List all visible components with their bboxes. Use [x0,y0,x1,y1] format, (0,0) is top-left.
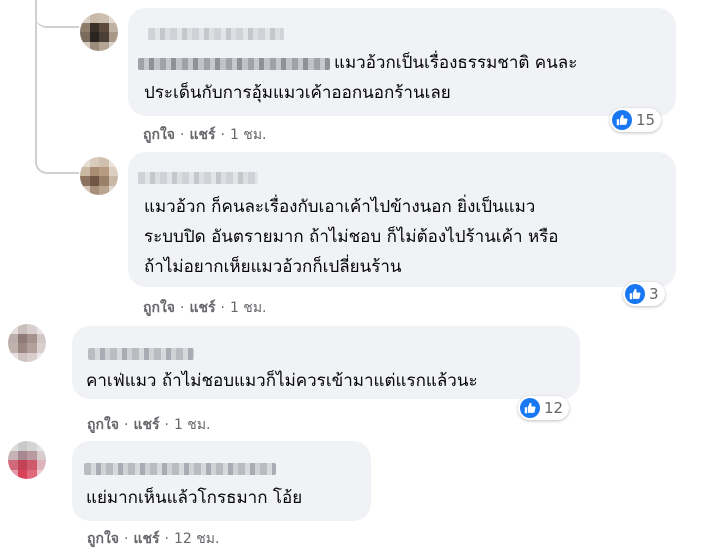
avatar[interactable] [8,441,46,479]
commenter-name-redacted[interactable] [84,463,276,475]
comment-text-line: คาเฟ่แมว ถ้าไม่ชอบแมวก็ไม่ควรเข้ามาแต่แร… [86,371,478,391]
comment-actions: ถูกใจ · แชร์ · 1 ชม. [143,124,267,146]
reaction-count: 12 [544,399,564,417]
comment-bubble: แย่มากเห็นแล้วโกรธมาก โอ้ย [72,441,371,521]
separator-dot: · [124,417,129,433]
commenter-name-redacted[interactable] [88,348,194,360]
like-icon [612,110,632,130]
separator-dot: · [180,127,185,143]
comment-bubble: แมวอ้วกเป็นเรื่องธรรมชาติ คนละ ประเด็นกั… [128,8,676,116]
comment-bubble: คาเฟ่แมว ถ้าไม่ชอบแมวก็ไม่ควรเข้ามาแต่แร… [72,326,580,399]
reaction-count: 3 [649,285,659,303]
comment-actions: ถูกใจ · แชร์ · 12 ชม. [87,528,219,550]
separator-dot: · [124,531,129,547]
reply-button[interactable]: แชร์ [189,297,215,319]
comment-timestamp[interactable]: 1 ชม. [174,414,211,436]
comment-timestamp[interactable]: 1 ชม. [230,297,267,319]
reply-button[interactable]: แชร์ [133,528,159,550]
separator-dot: · [220,300,225,316]
avatar[interactable] [80,157,118,195]
commenter-name-redacted[interactable] [138,172,258,184]
comment-actions: ถูกใจ · แชร์ · 1 ชม. [143,297,267,319]
thread-line [35,0,37,160]
comment-text-line: ประเด็นกับการอุ้มแมวเค้าออกนอกร้านเลย [144,83,451,103]
avatar[interactable] [80,13,118,51]
reply-button[interactable]: แชร์ [133,414,159,436]
comment-text-line: แย่มากเห็นแล้วโกรธมาก โอ้ย [86,488,303,508]
like-button[interactable]: ถูกใจ [87,414,119,436]
comment-timestamp[interactable]: 1 ชม. [230,124,267,146]
reaction-count: 15 [636,111,656,129]
like-button[interactable]: ถูกใจ [143,297,175,319]
comment-text-line: แมวอ้วกเป็นเรื่องธรรมชาติ คนละ [334,53,578,73]
separator-dot: · [164,417,169,433]
comment-timestamp[interactable]: 12 ชม. [174,528,219,550]
comment-bubble: แมวอ้วก ก็คนละเรื่องกับเอาเค้าไปข้างนอก … [128,152,676,287]
mention-tag-redacted[interactable] [138,58,330,70]
comment-text-line: แมวอ้วก ก็คนละเรื่องกับเอาเค้าไปข้างนอก … [144,197,536,217]
like-button[interactable]: ถูกใจ [87,528,119,550]
like-button[interactable]: ถูกใจ [143,124,175,146]
comment-text-line: ถ้าไม่อยากเห็ยแมวอ้วกก็เปลี่ยนร้าน [144,257,402,277]
commenter-name-redacted[interactable] [148,28,284,40]
reaction-summary[interactable]: 12 [518,396,570,420]
separator-dot: · [220,127,225,143]
like-icon [520,398,540,418]
thread-connector [35,150,79,174]
like-icon [625,284,645,304]
separator-dot: · [164,531,169,547]
separator-dot: · [180,300,185,316]
reply-button[interactable]: แชร์ [189,124,215,146]
thread-connector [35,0,79,28]
reaction-summary[interactable]: 3 [623,282,665,306]
reaction-summary[interactable]: 15 [610,108,662,132]
comment-text-line: ระบบปิด อันตรายมาก ถ้าไม่ชอบ ก็ไม่ต้องไป… [144,227,559,247]
comment-actions: ถูกใจ · แชร์ · 1 ชม. [87,414,211,436]
avatar[interactable] [8,324,46,362]
